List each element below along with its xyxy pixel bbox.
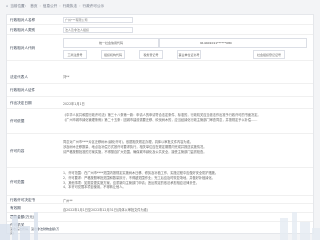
row-content: 许可内容 同意对广州市****片区迁移树木(绿化许可)，依据相关规定办理，具体以… [7, 134, 313, 168]
content-line: 请严格按照批准的方案实施，不得擅自扩大范围，确保城市绿化及公共安全，接受主管部门… [63, 149, 207, 154]
basis-text: 《中华人民共和国行政许可法》第三十八条第一款：申请人的申请符合法定条件、标准的，… [63, 113, 307, 123]
row-id: 行政相对人证件 [7, 84, 313, 97]
row-scope: 许可范围 1、许可范围：在广州市****范围内按规定实施树木迁移、修剪及补植工作… [7, 168, 313, 196]
row-legal: 法定代表人 刘** [7, 70, 313, 84]
breadcrumb-item-info[interactable]: 信息公开 [43, 4, 57, 9]
category-field: 法人及非法人组织 [63, 27, 133, 33]
row-date: 作出决定日期 2022年1月1日 [7, 97, 313, 109]
cert-value: 914401011******08C [159, 38, 307, 48]
cert-header-credit-code: 统一社会信用代码 [63, 38, 159, 48]
breadcrumb-separator: › [59, 4, 61, 8]
decision-label: 行政许可决定书 [10, 197, 36, 202]
detail-panel: 行政相对人名称 广州***有限公司 行政相对人类别 法人及非法人组织 行政相对人… [6, 14, 314, 235]
basis-line: 《广州市城市绿化管理条例》第二十五条：因城市建设需要迁移、砍伐树木的，应当经绿化… [63, 117, 258, 122]
decision-value: 广州** [63, 199, 73, 203]
cert-header-business-reg: 工商注册号 [63, 50, 87, 59]
breadcrumb-separator: › [79, 4, 81, 8]
cert-header-tax-reg: 税务登记号 [139, 50, 163, 59]
breadcrumb-item-enforcement[interactable]: 行政执法 [63, 4, 77, 9]
cert-header-social-org: 社会组织登记证号 [253, 50, 285, 59]
legal-value: 刘** [63, 75, 70, 79]
breadcrumb-item-current: 行政许可公示 [82, 3, 105, 8]
cert-header-org-code: 组织机构代码 [101, 50, 125, 59]
breadcrumb-item-home[interactable]: 首页 [30, 4, 37, 9]
basis-label: 许可依据 [10, 119, 25, 123]
breadcrumb: ⌂ 当前位置： 首页 › 信息公开 › 行政执法 › 行政许可公示 [0, 0, 320, 12]
content-label: 许可内容 [10, 148, 25, 153]
row-category: 行政相对人类别 法人及非法人组织 [7, 25, 313, 35]
date-label: 作出决定日期 [10, 100, 32, 105]
cert-header-institution: 事业单位证书号 [177, 50, 201, 59]
breadcrumb-separator: › [39, 4, 41, 8]
date-value: 2022年1月1日 [63, 102, 85, 106]
name-label: 行政相对人名称 [10, 17, 36, 22]
category-label: 行政相对人类别 [10, 27, 36, 32]
id-label: 行政相对人证件 [10, 88, 36, 92]
content-text: 同意对广州市****片区迁移树木(绿化许可)，依据相关规定办理，具体以审批文件内… [63, 140, 307, 154]
cert-label: 行政相对人代码 [10, 45, 36, 50]
scope-label: 许可范围 [10, 179, 25, 184]
row-basis: 许可依据 《中华人民共和国行政许可法》第三十八条第一款：申请人的申请符合法定条件… [7, 109, 313, 134]
home-icon: ⌂ [6, 4, 9, 8]
scope-text: 1、许可范围：在广州市****范围内按规定实施树木迁移、修剪及补植工作，实施过程… [63, 171, 307, 190]
name-field: 广州***有限公司 [63, 17, 133, 23]
breadcrumb-prefix: 当前位置： [10, 3, 29, 8]
row-name: 行政相对人名称 广州***有限公司 [7, 15, 313, 25]
city-skyline-graphic [0, 212, 320, 240]
scope-line: 4、本许可仅限本项目使用，不得转让他人。 [63, 185, 126, 190]
legal-label: 法定代表人 [10, 74, 28, 79]
row-decision: 行政许可决定书 广州** [7, 196, 313, 204]
row-cert: 行政相对人代码 统一社会信用代码 914401011******08C 工商注册… [7, 35, 313, 61]
